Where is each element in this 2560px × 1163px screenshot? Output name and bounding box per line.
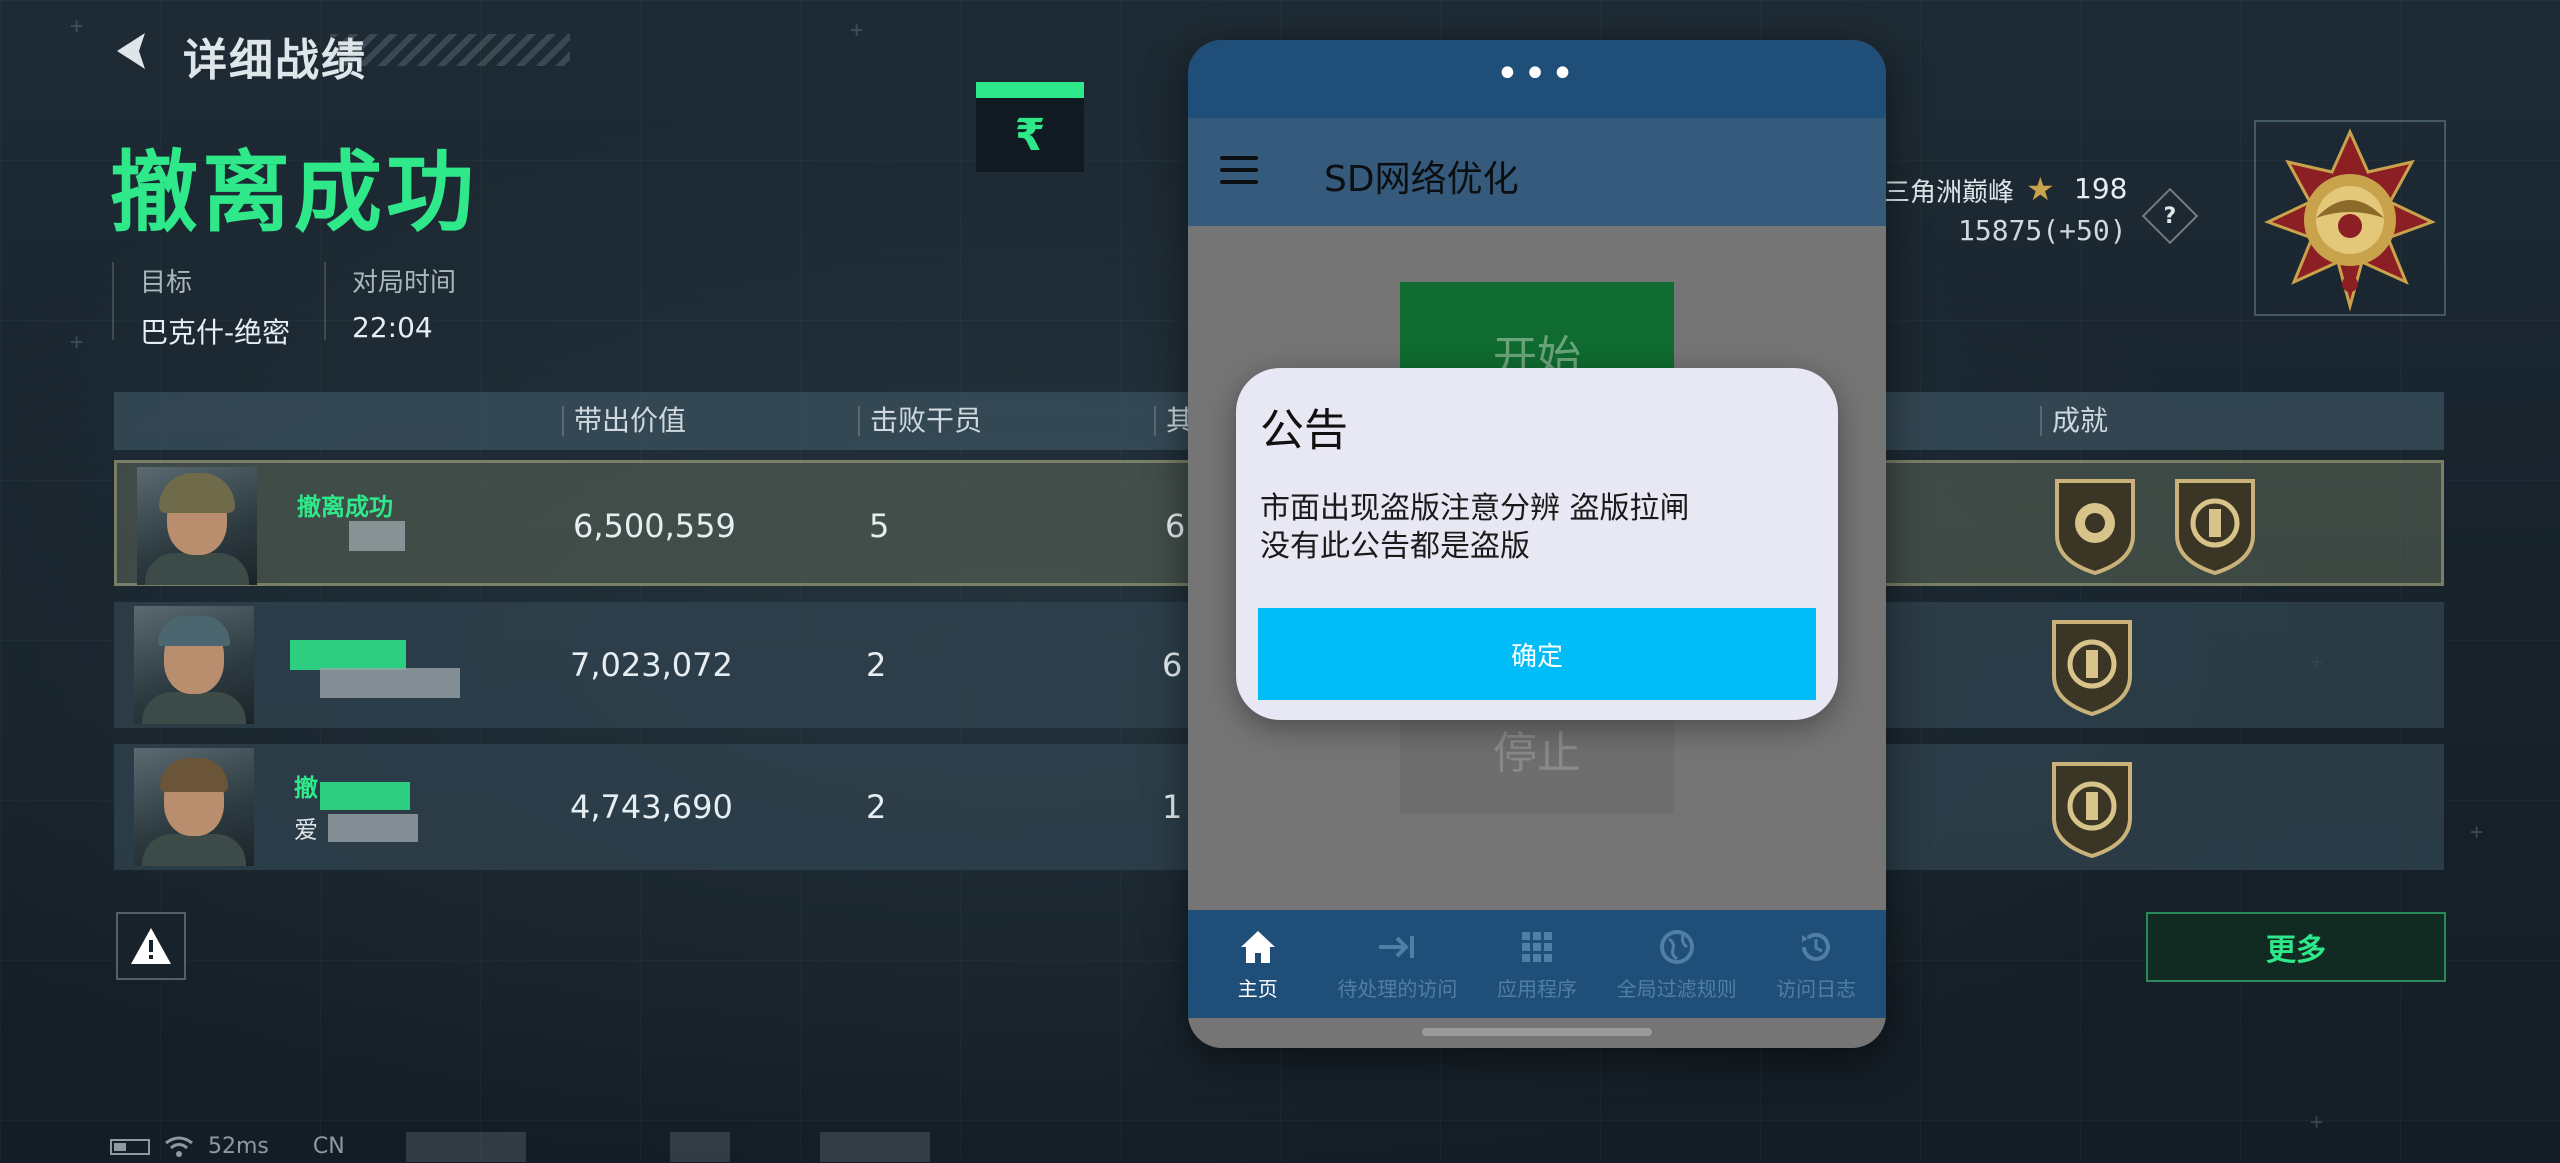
redacted-info: [406, 1132, 526, 1162]
laurel-medal-icon: [2052, 762, 2132, 858]
nav-item-apps[interactable]: 应用程序: [1467, 910, 1607, 1018]
kills-count: 5: [869, 507, 890, 545]
extracted-value: 4,743,690: [570, 788, 733, 826]
ping-value: 52ms: [208, 1134, 269, 1159]
nav-label: 应用程序: [1496, 976, 1577, 1001]
star-icon: ★: [2026, 170, 2055, 208]
redacted-info: [820, 1132, 930, 1162]
nav-item-access-log[interactable]: 访问日志: [1746, 910, 1886, 1018]
nav-label: 访问日志: [1776, 976, 1857, 1001]
menu-icon[interactable]: [1220, 156, 1258, 186]
player-subname: 爱: [294, 816, 318, 844]
help-icon: ?: [2163, 203, 2177, 229]
crosshair-mark: +: [70, 14, 84, 39]
app-title: SD网络优化: [1324, 159, 1519, 200]
nav-item-home[interactable]: 主页: [1188, 910, 1328, 1018]
avatar: [137, 467, 257, 585]
extraction-result: 撤离成功: [110, 141, 479, 244]
player-name: 撤: [294, 774, 318, 802]
column-header-value: 带出价值: [562, 406, 686, 436]
other-stat: 6: [1165, 507, 1186, 545]
dialog-message: 市面出现盗版注意分辨 盗版拉闸 没有此公告都是盗版: [1260, 491, 1690, 564]
grid-icon: [1517, 927, 1557, 967]
kills-count: 2: [866, 646, 887, 684]
rank-score: 15875(+50): [1958, 214, 2127, 247]
redacted-name: [328, 814, 418, 842]
extracted-value: 6,500,559: [573, 507, 736, 545]
home-indicator[interactable]: [1422, 1028, 1652, 1036]
avatar: [134, 606, 254, 724]
back-arrow-icon: [117, 33, 145, 69]
match-time-label: 对局时间: [352, 268, 457, 298]
match-time-value: 22:04: [352, 311, 433, 344]
other-stat: 6: [1162, 646, 1183, 684]
crosshair-mark: +: [2470, 820, 2484, 845]
redacted-name: [290, 640, 406, 670]
kills-count: 2: [866, 788, 887, 826]
sun-medal-icon: [2055, 479, 2135, 575]
wifi-icon: [165, 1136, 193, 1157]
announcement-dialog: 公告 市面出现盗版注意分辨 盗版拉闸 没有此公告都是盗版 确定: [1236, 368, 1838, 720]
arrow-right-bar-icon: [1377, 927, 1417, 967]
region-label: CN: [312, 1134, 345, 1159]
laurel-medal-icon: [2175, 479, 2255, 575]
title-decoration: [330, 34, 570, 66]
target-value: 巴克什-绝密: [140, 316, 291, 349]
player-name: 撤离成功: [297, 493, 393, 521]
eagle-emblem-icon: [2264, 128, 2436, 312]
status-bar: 52ms CN: [110, 1134, 345, 1159]
dialog-title: 公告: [1260, 405, 1348, 456]
other-stat: 1: [1162, 788, 1183, 826]
redacted-name: [349, 521, 405, 551]
column-header-kills: 击败干员: [858, 406, 982, 436]
battery-icon: [110, 1138, 150, 1155]
avatar: [134, 748, 254, 866]
nav-label: 主页: [1237, 976, 1278, 1001]
redacted-name: [320, 668, 460, 698]
confirm-button[interactable]: 确定: [1258, 608, 1816, 700]
app-top-bar: •••: [1188, 40, 1886, 118]
app-header: SD网络优化: [1188, 118, 1886, 226]
rank-stars: 198: [2074, 172, 2128, 205]
target-info: 目标 巴克什-绝密: [112, 262, 290, 349]
nav-item-global-rules[interactable]: 全局过滤规则: [1607, 910, 1747, 1018]
game-screen: + + + + + + 详细战绩 撤离成功 目标 巴克什-绝密 对局时间 22:…: [0, 0, 2560, 1163]
target-label: 目标: [140, 268, 193, 298]
crosshair-mark: +: [2310, 1110, 2324, 1135]
bottom-navigation: 主页 待处理的访问 应用程序 全局过滤规则 访问日志: [1188, 910, 1886, 1018]
report-button[interactable]: [116, 912, 186, 980]
nav-item-pending[interactable]: 待处理的访问: [1328, 910, 1468, 1018]
history-icon: [1796, 927, 1836, 967]
currency-badge: ₹: [976, 82, 1084, 172]
rank-emblem: [2254, 120, 2446, 316]
redacted-info: [670, 1132, 730, 1162]
nav-label: 待处理的访问: [1337, 976, 1458, 1001]
extracted-value: 7,023,072: [570, 646, 733, 684]
home-icon: [1238, 927, 1278, 967]
back-button[interactable]: [108, 26, 158, 76]
warning-icon: [131, 928, 171, 964]
crosshair-mark: +: [70, 330, 84, 355]
globe-icon: [1657, 927, 1697, 967]
crosshair-mark: +: [850, 18, 864, 43]
nav-label: 全局过滤规则: [1616, 976, 1737, 1001]
rank-tier: 三角洲巅峰: [1884, 178, 2015, 208]
match-time-info: 对局时间 22:04: [324, 262, 457, 344]
laurel-medal-icon: [2052, 620, 2132, 716]
column-header-achievements: 成就: [2040, 406, 2108, 436]
more-dots-icon[interactable]: •••: [1496, 54, 1579, 94]
more-button[interactable]: 更多: [2146, 912, 2446, 982]
redacted-name: [320, 782, 410, 810]
